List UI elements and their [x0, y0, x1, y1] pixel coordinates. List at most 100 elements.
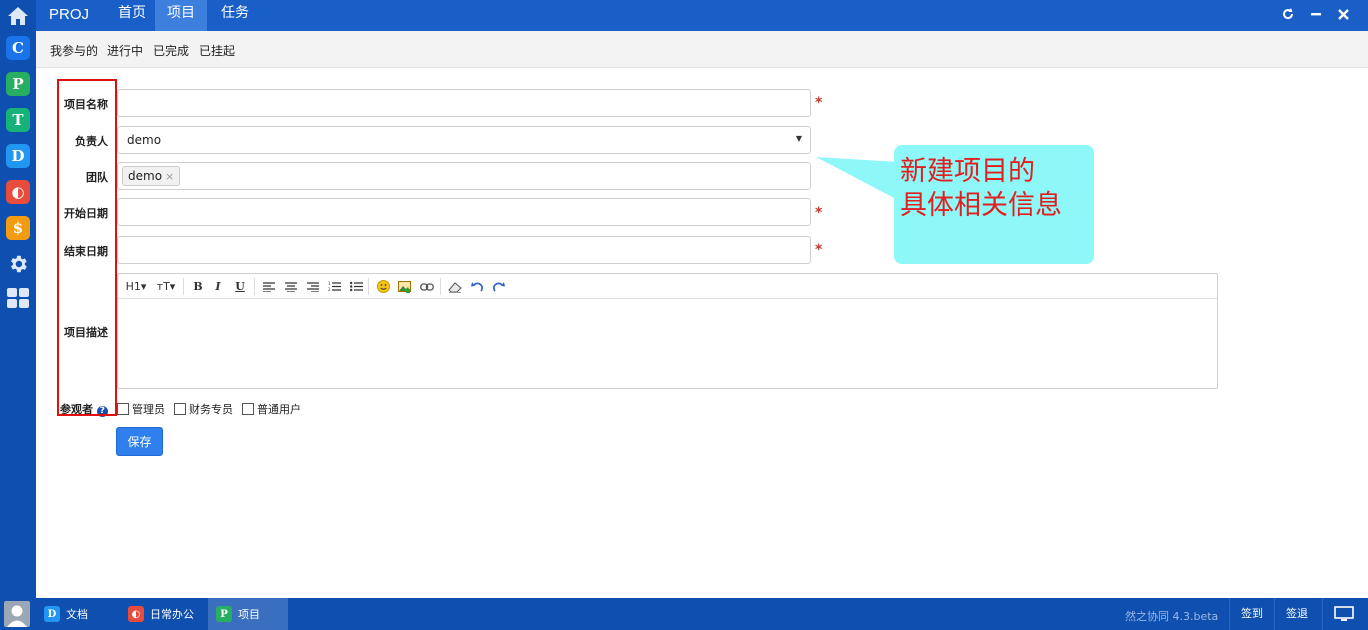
label-team: 团队 [86, 171, 108, 184]
subnav-done[interactable]: 已完成 [153, 42, 189, 59]
unordered-list-icon[interactable] [349, 279, 363, 294]
svg-text:2: 2 [328, 287, 331, 292]
task-docs[interactable]: D 文档 [36, 598, 116, 630]
team-tag-label: demo [128, 169, 163, 183]
annotation-callout: 新建项目的 具体相关信息 [894, 145, 1094, 264]
remove-tag-icon[interactable]: × [165, 170, 174, 183]
align-left-icon[interactable] [262, 279, 276, 294]
subnav-doing[interactable]: 进行中 [107, 42, 143, 59]
checkbox-box[interactable] [117, 403, 129, 415]
close-icon[interactable] [1335, 6, 1351, 22]
checkbox-box[interactable] [242, 403, 254, 415]
app-proj-icon[interactable]: P [6, 72, 30, 96]
gear-icon[interactable] [6, 252, 30, 276]
label-project-name: 项目名称 [64, 98, 108, 111]
minimize-icon[interactable] [1308, 6, 1324, 22]
app-office-icon[interactable]: ◐ [6, 180, 30, 204]
redo-icon[interactable] [492, 279, 506, 294]
avatar[interactable] [4, 601, 30, 627]
align-right-icon[interactable] [306, 279, 320, 294]
label-start-date: 开始日期 [64, 207, 108, 220]
end-date-input[interactable] [117, 236, 811, 264]
viewer-admin-label: 管理员 [132, 403, 165, 416]
app-doc-icon[interactable]: D [6, 144, 30, 168]
toolbar-divider [254, 278, 255, 295]
label-viewers: 参观者 ? [60, 401, 114, 417]
toolbar-divider [183, 278, 184, 295]
project-name-input[interactable] [117, 89, 811, 117]
app-finance-icon[interactable]: $ [6, 216, 30, 240]
task-project[interactable]: P 项目 [208, 598, 288, 630]
sign-out-button[interactable]: 签退 [1274, 598, 1319, 630]
viewer-admin-checkbox[interactable]: 管理员 [117, 401, 165, 417]
heading-label: H1 [125, 280, 141, 293]
toolbar-divider [440, 278, 441, 295]
italic-button[interactable]: I [212, 279, 224, 294]
link-icon[interactable] [420, 279, 434, 294]
image-icon[interactable] [398, 279, 412, 294]
toolbar-divider [368, 278, 369, 295]
office-icon: ◐ [128, 606, 144, 622]
top-bar: PROJ 首页 项目 任务 [36, 0, 1368, 31]
emoji-icon[interactable] [376, 279, 390, 294]
subnav-mine[interactable]: 我参与的 [50, 42, 98, 59]
svg-text:1: 1 [328, 281, 331, 286]
help-icon[interactable]: ? [96, 406, 108, 417]
ordered-list-icon[interactable]: 12 [327, 279, 341, 294]
label-end-date: 结束日期 [64, 245, 108, 258]
sign-in-button[interactable]: 签到 [1229, 598, 1274, 630]
app-c-glyph: C [12, 39, 24, 57]
nav-task[interactable]: 任务 [209, 0, 261, 31]
project-glyph: P [220, 608, 228, 620]
app-c-icon[interactable]: C [6, 36, 30, 60]
underline-button[interactable]: U [234, 279, 246, 294]
editor-toolbar: H1 ▾ тT ▾ B I U 12 [118, 274, 1217, 299]
docs-glyph: D [47, 608, 57, 620]
nav-project[interactable]: 项目 [155, 0, 207, 31]
project-icon: P [216, 606, 232, 622]
checkbox-box[interactable] [174, 403, 186, 415]
office-glyph: ◐ [131, 608, 141, 620]
viewer-normal-checkbox[interactable]: 普通用户 [242, 401, 301, 417]
callout-tail [816, 157, 898, 200]
eraser-icon[interactable] [448, 279, 462, 294]
align-center-icon[interactable] [284, 279, 298, 294]
grid-apps-icon[interactable] [6, 286, 30, 310]
label-owner: 负责人 [75, 135, 108, 148]
description-editor[interactable]: H1 ▾ тT ▾ B I U 12 [117, 273, 1218, 389]
required-mark-end: * [815, 242, 823, 258]
callout-line-1: 新建项目的 [900, 156, 1035, 187]
font-size-button[interactable]: тT ▾ [156, 279, 176, 294]
owner-value: demo [127, 133, 162, 147]
app-brand: PROJ [49, 6, 90, 23]
nav-home[interactable]: 首页 [106, 0, 158, 31]
callout-line-2: 具体相关信息 [900, 190, 1062, 221]
task-office[interactable]: ◐ 日常办公 [120, 598, 204, 630]
home-icon[interactable] [0, 0, 36, 31]
task-project-label: 项目 [238, 608, 260, 621]
subnav-suspended[interactable]: 已挂起 [199, 42, 235, 59]
version-text: 然之协同 4.3.beta [1125, 610, 1219, 623]
docs-icon: D [44, 606, 60, 622]
label-viewers-text: 参观者 [60, 403, 93, 416]
viewer-normal-label: 普通用户 [257, 403, 301, 416]
app-finance-glyph: $ [12, 219, 24, 237]
start-date-input[interactable] [117, 198, 811, 226]
owner-select[interactable]: demo ▼ [117, 126, 811, 154]
bold-button[interactable]: B [192, 279, 204, 294]
team-tag: demo × [122, 166, 181, 186]
heading-button[interactable]: H1 ▾ [125, 279, 147, 294]
app-task-glyph: T [12, 111, 24, 129]
app-proj-glyph: P [12, 75, 24, 93]
chevron-down-icon: ▼ [795, 134, 802, 143]
viewer-finance-label: 财务专员 [189, 403, 233, 416]
task-docs-label: 文档 [66, 608, 88, 621]
app-doc-glyph: D [11, 147, 25, 165]
team-multiselect[interactable]: demo × [117, 162, 811, 190]
desktop-icon[interactable] [1322, 598, 1368, 630]
viewer-finance-checkbox[interactable]: 财务专员 [174, 401, 233, 417]
undo-icon[interactable] [470, 279, 484, 294]
app-task-icon[interactable]: T [6, 108, 30, 132]
refresh-icon[interactable] [1280, 6, 1296, 22]
save-button[interactable]: 保存 [116, 427, 163, 456]
